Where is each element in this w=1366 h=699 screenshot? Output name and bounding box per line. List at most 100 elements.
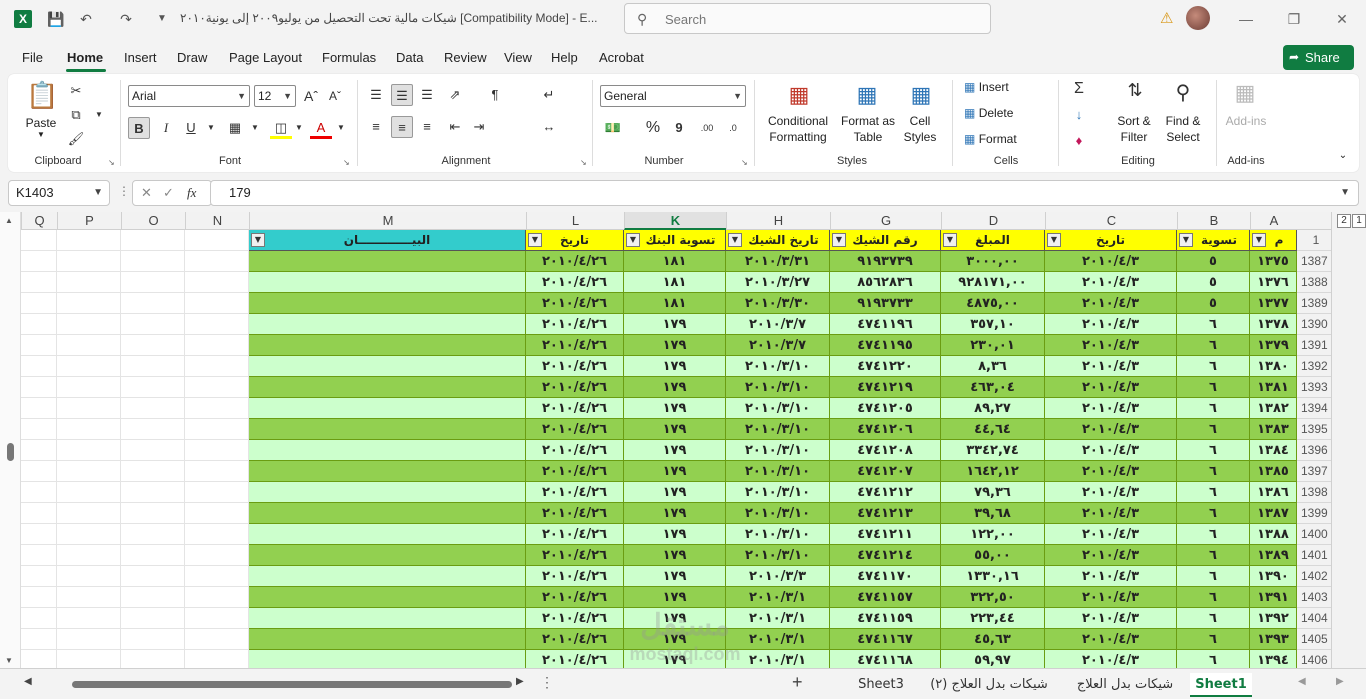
check-date-cell[interactable]: ٢٠١٠/٣/١٠	[726, 419, 830, 440]
row-header[interactable]: 1396	[1297, 440, 1331, 461]
check-number-cell[interactable]: ٤٧٤١٢٠٦	[830, 419, 941, 440]
check-date-cell[interactable]: ٢٠١٠/٣/١	[726, 587, 830, 608]
settlement-cell[interactable]: ٦	[1177, 482, 1250, 503]
column-header[interactable]: N	[185, 212, 249, 230]
align-middle-icon[interactable]: ☰	[391, 84, 413, 106]
settlement-cell[interactable]: ٦	[1177, 440, 1250, 461]
check-date-cell[interactable]: ٢٠١٠/٣/١٠	[726, 398, 830, 419]
font-launcher-icon[interactable]: ↘	[343, 158, 350, 167]
empty-cell[interactable]	[121, 545, 185, 566]
serial-cell[interactable]: ١٣٨٥	[1250, 461, 1297, 482]
empty-cell[interactable]	[21, 440, 57, 461]
header-cell-serial[interactable]: ▼ م	[1250, 230, 1297, 251]
check-date-cell[interactable]: ٢٠١٠/٣/١٠	[726, 524, 830, 545]
collapse-ribbon-icon[interactable]: ⌄	[1336, 150, 1350, 161]
delete-cells-button[interactable]: ▦ Delete	[964, 106, 1044, 120]
amount-cell[interactable]: ٨٩,٢٧	[941, 398, 1045, 419]
empty-cell[interactable]	[185, 524, 249, 545]
sort-filter-icon[interactable]: ⇅	[1120, 80, 1150, 108]
sort-filter-button[interactable]: Sort &	[1112, 114, 1156, 128]
number-launcher-icon[interactable]: ↘	[741, 158, 748, 167]
font-size-select[interactable]: 12 ▼	[254, 85, 296, 107]
expand-formula-icon[interactable]: ▼	[1340, 181, 1350, 205]
empty-cell[interactable]	[121, 230, 185, 251]
empty-cell[interactable]	[121, 272, 185, 293]
empty-cell[interactable]	[21, 230, 57, 251]
amount-cell[interactable]: ٥٥,٠٠	[941, 545, 1045, 566]
header-cell-amount[interactable]: ▼ المبلغ	[941, 230, 1045, 251]
underline-dropdown-icon[interactable]: ▼	[200, 117, 222, 139]
add-sheet-icon[interactable]: +	[792, 672, 803, 693]
serial-cell[interactable]: ١٣٨٩	[1250, 545, 1297, 566]
empty-cell[interactable]	[121, 524, 185, 545]
row-header[interactable]: 1387	[1297, 251, 1331, 272]
settlement-cell[interactable]: ٦	[1177, 629, 1250, 650]
empty-cell[interactable]	[121, 335, 185, 356]
find-select-button[interactable]: Find &	[1160, 114, 1206, 128]
menu-page-layout[interactable]: Page Layout	[229, 50, 302, 65]
bank-settlement-cell[interactable]: ١٨١	[624, 272, 726, 293]
copy-dropdown-icon[interactable]: ▼	[88, 104, 110, 126]
empty-cell[interactable]	[57, 650, 121, 668]
statement-cell[interactable]	[249, 461, 526, 482]
column-header[interactable]: Q	[21, 212, 57, 230]
settlement-cell[interactable]: ٦	[1177, 377, 1250, 398]
filter-dropdown-icon[interactable]: ▼	[1047, 233, 1061, 247]
date-cell[interactable]: ٢٠١٠/٤/٣	[1045, 335, 1177, 356]
empty-cell[interactable]	[185, 293, 249, 314]
statement-cell[interactable]	[249, 272, 526, 293]
rtl-direction-icon[interactable]: ¶	[484, 84, 506, 106]
settle-date-cell[interactable]: ٢٠١٠/٤/٢٦	[526, 545, 624, 566]
settle-date-cell[interactable]: ٢٠١٠/٤/٢٦	[526, 587, 624, 608]
row-header[interactable]: 1389	[1297, 293, 1331, 314]
empty-cell[interactable]	[21, 524, 57, 545]
settlement-cell[interactable]: ٦	[1177, 335, 1250, 356]
column-header[interactable]: C	[1045, 212, 1177, 230]
empty-cell[interactable]	[57, 272, 121, 293]
check-date-cell[interactable]: ٢٠١٠/٣/١٠	[726, 440, 830, 461]
check-number-cell[interactable]: ٩١٩٣٧٣٣	[830, 293, 941, 314]
row-header[interactable]: 1397	[1297, 461, 1331, 482]
increase-font-icon[interactable]: Aˆ	[300, 85, 322, 107]
empty-cell[interactable]	[57, 335, 121, 356]
column-header[interactable]: P	[57, 212, 121, 230]
filter-dropdown-icon[interactable]: ▼	[1179, 233, 1193, 247]
amount-cell[interactable]: ٥٩,٩٧	[941, 650, 1045, 668]
empty-cell[interactable]	[185, 650, 249, 668]
row-header[interactable]: 1403	[1297, 587, 1331, 608]
date-cell[interactable]: ٢٠١٠/٤/٣	[1045, 629, 1177, 650]
format-cells-button[interactable]: ▦ Format	[964, 132, 1044, 146]
bank-settlement-cell[interactable]: ١٧٩	[624, 335, 726, 356]
serial-cell[interactable]: ١٣٧٧	[1250, 293, 1297, 314]
redo-icon[interactable]: ↷	[116, 9, 136, 29]
statement-cell[interactable]	[249, 629, 526, 650]
font-name-select[interactable]: Arial ▼	[128, 85, 250, 107]
empty-cell[interactable]	[185, 335, 249, 356]
empty-cell[interactable]	[121, 650, 185, 668]
restore-icon[interactable]: ❐	[1282, 7, 1306, 31]
statement-cell[interactable]	[249, 524, 526, 545]
bank-settlement-cell[interactable]: ١٧٩	[624, 503, 726, 524]
bank-settlement-cell[interactable]: ١٧٩	[624, 587, 726, 608]
empty-cell[interactable]	[57, 587, 121, 608]
empty-cell[interactable]	[185, 398, 249, 419]
header-cell-check-number[interactable]: ▼ رقم الشيك	[830, 230, 941, 251]
row-header[interactable]: 1394	[1297, 398, 1331, 419]
serial-cell[interactable]: ١٣٨٠	[1250, 356, 1297, 377]
align-left-icon[interactable]: ≡	[365, 116, 387, 138]
settle-date-cell[interactable]: ٢٠١٠/٤/٢٦	[526, 440, 624, 461]
column-header[interactable]: D	[941, 212, 1045, 230]
row-header[interactable]: 1393	[1297, 377, 1331, 398]
empty-cell[interactable]	[121, 398, 185, 419]
empty-cell[interactable]	[185, 314, 249, 335]
horizontal-scroll-thumb[interactable]	[72, 681, 512, 688]
empty-cell[interactable]	[185, 461, 249, 482]
check-date-cell[interactable]: ٢٠١٠/٣/٣٠	[726, 293, 830, 314]
clipboard-launcher-icon[interactable]: ↘	[108, 158, 115, 167]
header-cell-statement[interactable]: ▼ البيـــــــــــــان	[249, 230, 526, 251]
conditional-formatting-icon[interactable]: ▦	[784, 82, 814, 110]
empty-cell[interactable]	[57, 503, 121, 524]
empty-cell[interactable]	[21, 503, 57, 524]
number-format-select[interactable]: General ▼	[600, 85, 746, 107]
empty-cell[interactable]	[57, 398, 121, 419]
